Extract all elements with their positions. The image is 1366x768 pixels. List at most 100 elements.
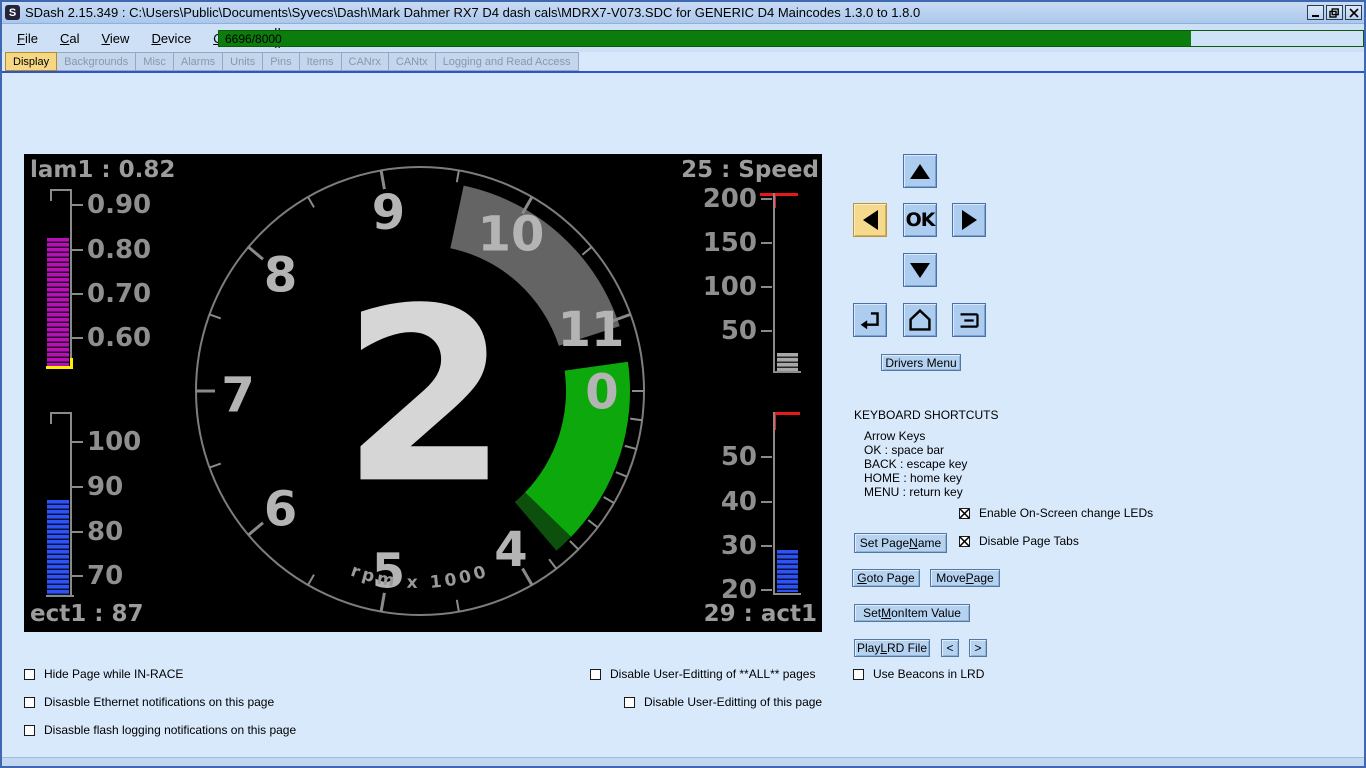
gauge-bracket [50,412,72,414]
nav-down-button[interactable] [903,253,937,287]
back-arrow-icon [854,303,886,337]
checkbox-label: Disable User-Editting of **ALL** pages [610,667,815,681]
checkbox-icon[interactable] [590,669,601,680]
keyboard-shortcuts: KEYBOARD SHORTCUTS Arrow Keys OK : space… [854,408,998,499]
checkbox-label: Disasble flash logging notifications on … [44,723,296,737]
tab-backgrounds[interactable]: Backgrounds [56,52,136,71]
gauge-axis [773,193,775,372]
restore-button[interactable] [1326,5,1343,20]
menu-cal[interactable]: Cal [49,28,91,49]
right-arrow-icon [962,210,977,230]
checkbox-icon[interactable] [24,697,35,708]
gauge-tick [761,456,772,458]
goto-page-button[interactable]: Goto Page [852,569,920,587]
titlebar: S SDash 2.15.349 : C:\Users\Public\Docum… [2,2,1364,24]
tab-misc[interactable]: Misc [135,52,174,71]
gauge-label-speed: 25 : Speed [681,157,819,183]
move-page-button[interactable]: Move Page [930,569,1000,587]
menu-view[interactable]: View [90,28,140,49]
gauge-tick-label: 40 [662,489,757,515]
gauge-tick [761,330,772,332]
gauge-bar-lam1 [47,238,69,366]
gauge-tick-label: 150 [662,230,757,256]
checkbox-icon[interactable] [24,669,35,680]
left-arrow-icon [863,210,878,230]
math-ops-progress-fill: 6696/8000 [219,31,1191,46]
gauge-label-lam1: lam1 : 0.82 [30,157,175,183]
gauge-tick [72,293,83,295]
lrd-next-button[interactable]: > [969,639,987,657]
tab-cantx[interactable]: CANtx [388,52,436,71]
gauge-max-marker-speed [760,193,798,196]
menu-device[interactable]: Device [140,28,202,49]
tab-display[interactable]: Display [5,52,57,71]
tab-items[interactable]: Items [299,52,342,71]
tab-alarms[interactable]: Alarms [173,52,223,71]
svg-text:11: 11 [558,302,625,358]
gauge-tick [72,249,83,251]
set-monitem-value-button[interactable]: Set MonItem Value [854,604,970,622]
svg-text:2: 2 [342,256,509,536]
checkbox-icon[interactable] [959,536,970,547]
nav-up-button[interactable] [903,154,937,188]
checkbox-enable-onscreen-leds[interactable]: Enable On-Screen change LEDs [959,506,1153,520]
checkbox-icon[interactable] [853,669,864,680]
nav-ok-button[interactable]: OK [903,203,937,237]
home-icon [904,303,936,337]
gauge-tick-label: 50 [662,444,757,470]
bottom-strip [2,757,1364,766]
checkbox-disable-flash-logging-notifications[interactable]: Disasble flash logging notifications on … [24,723,296,737]
gauge-tick-label: 100 [662,274,757,300]
gauge-bracket [50,189,52,201]
close-button[interactable] [1345,5,1362,20]
gauge-bracket [50,412,52,424]
gauge-axis [70,412,72,596]
checkbox-use-beacons-in-lrd[interactable]: Use Beacons in LRD [853,667,984,681]
tab-pins[interactable]: Pins [262,52,299,71]
gauge-min-marker-lam1 [70,358,73,366]
gauge-bar-ect1 [47,500,69,596]
gauge-tick-label: 100 [87,429,141,455]
gauge-bracket [50,189,72,191]
menu-file[interactable]: File [6,28,49,49]
nav-home-button[interactable] [903,303,937,337]
minimize-button[interactable] [1307,5,1324,20]
checkbox-disable-page-tabs[interactable]: Disable Page Tabs [959,534,1079,548]
checkbox-disable-user-editing-this-page[interactable]: Disable User-Editting of this page [624,695,822,709]
play-lrd-file-button[interactable]: Play LRD File [854,639,930,657]
tab-logging-read-access[interactable]: Logging and Read Access [435,52,579,71]
checkbox-hide-page-in-race[interactable]: Hide Page while IN-RACE [24,667,183,681]
checkbox-icon[interactable] [959,508,970,519]
gauge-tick-label: 20 [662,577,757,603]
tab-units[interactable]: Units [222,52,263,71]
nav-left-button[interactable] [853,203,887,237]
app-icon-letter: S [9,7,16,19]
tabbar-underline [2,71,1364,73]
checkbox-disable-ethernet-notifications[interactable]: Disasble Ethernet notifications on this … [24,695,274,709]
tab-canrx[interactable]: CANrx [341,52,389,71]
gauge-max-marker-act1 [773,412,800,415]
svg-text:0: 0 [585,364,618,420]
checkbox-disable-user-editing-all-pages[interactable]: Disable User-Editting of **ALL** pages [590,667,815,681]
svg-text:rpm x 1000: rpm x 1000 [348,561,492,593]
gauge-tick-label: 0.80 [87,237,151,263]
svg-text:7: 7 [221,367,254,423]
lrd-prev-button[interactable]: < [941,639,959,657]
gauge-tick-label: 0.70 [87,281,151,307]
nav-back-button[interactable] [853,303,887,337]
window-title: SDash 2.15.349 : C:\Users\Public\Documen… [25,5,1307,20]
nav-menu-button[interactable] [952,303,986,337]
shortcut-line: HOME : home key [864,471,998,485]
checkbox-icon[interactable] [624,697,635,708]
shortcut-line: MENU : return key [864,485,998,499]
gauge-tick [761,589,772,591]
gauge-tick-label: 0.60 [87,325,151,351]
set-page-name-button[interactable]: Set Page Name [854,533,947,553]
nav-right-button[interactable] [952,203,986,237]
checkbox-icon[interactable] [24,725,35,736]
ok-label: OK [906,209,935,231]
drivers-menu-button[interactable]: Drivers Menu [881,354,961,371]
gauge-tick-label: 30 [662,533,757,559]
dash-preview[interactable]: 045678910112rpm x 1000 lam1 : 0.82 0.90 … [24,154,822,632]
math-ops-progress-text: 6696/8000 [219,32,282,46]
